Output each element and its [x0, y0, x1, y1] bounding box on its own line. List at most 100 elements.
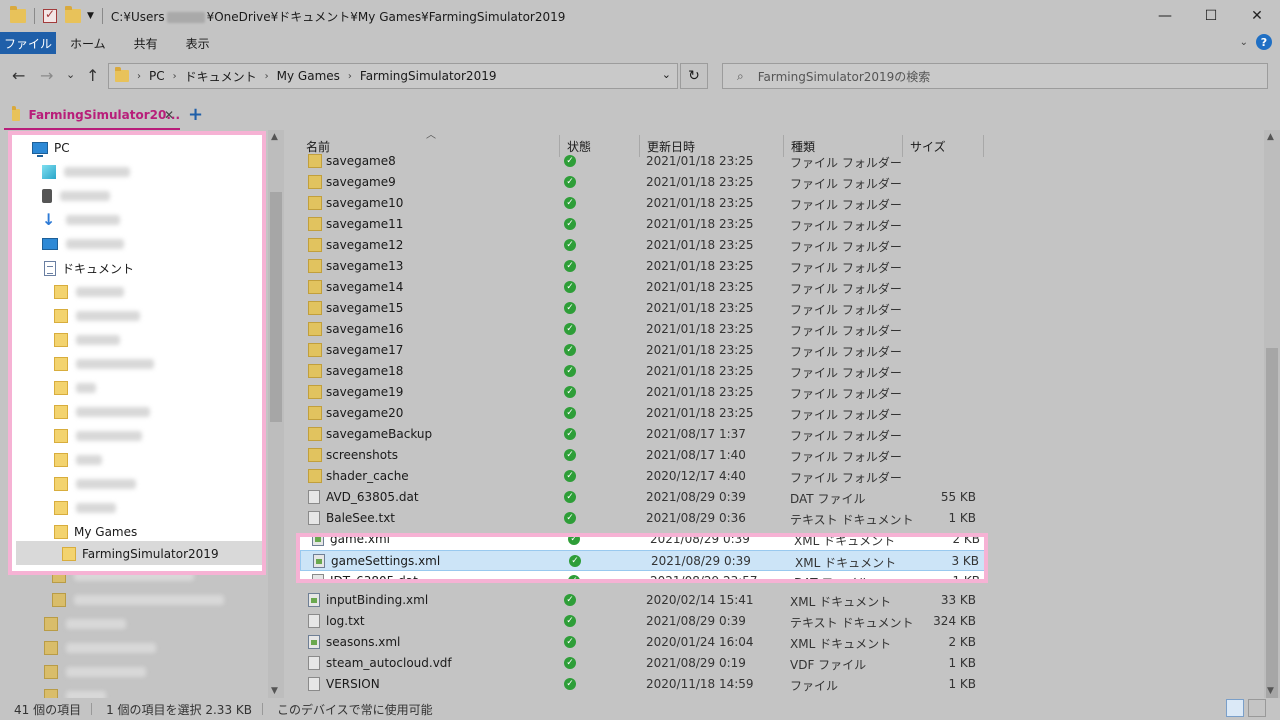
- tree-item-redacted[interactable]: [54, 401, 150, 423]
- file-row[interactable]: AVD_63805.dat 2021/08/29 0:39 DAT ファイル 55 K…: [296, 487, 986, 508]
- breadcrumb-pc[interactable]: PC: [149, 69, 165, 83]
- scroll-down-icon[interactable]: ▼: [1267, 686, 1274, 696]
- tree-item-redacted[interactable]: [42, 185, 110, 207]
- tree-item-redacted[interactable]: [44, 686, 106, 698]
- tree-item-desktop[interactable]: [42, 233, 124, 255]
- tree-item-redacted[interactable]: [54, 377, 96, 399]
- file-row[interactable]: savegame9 2021/01/18 23:25 ファイル フォルダー ✓: [296, 172, 986, 193]
- file-row[interactable]: savegameBackup 2021/08/17 1:37 ファイル フォルダー ✓: [296, 424, 986, 445]
- tree-item-redacted[interactable]: [54, 305, 140, 327]
- tree-item-documents[interactable]: ドキュメント: [44, 257, 134, 279]
- file-row[interactable]: savegame12 2021/01/18 23:25 ファイル フォルダー ✓: [296, 235, 986, 256]
- tree-item-redacted[interactable]: [54, 497, 116, 519]
- tree-item-farmingsimulator2019[interactable]: FarmingSimulator2019: [62, 543, 219, 565]
- tree-item-redacted[interactable]: [44, 662, 146, 682]
- file-row[interactable]: shader_cache 2020/12/17 4:40 ファイル フォルダー ✓: [296, 466, 986, 487]
- search-placeholder[interactable]: FarmingSimulator2019の検索: [758, 68, 931, 85]
- close-tab-icon[interactable]: ✕: [164, 108, 174, 122]
- tree-item-redacted[interactable]: [54, 449, 102, 471]
- tree-item-redacted[interactable]: [54, 281, 124, 303]
- forward-button[interactable]: →: [40, 66, 53, 85]
- file-row[interactable]: savegame18 2021/01/18 23:25 ファイル フォルダー ✓: [296, 361, 986, 382]
- file-row[interactable]: log.txt 2021/08/29 0:39 テキスト ドキュメント 324 KB ✓: [296, 611, 986, 632]
- file-row[interactable]: savegame8 2021/01/18 23:25 ファイル フォルダー ✓: [296, 151, 986, 172]
- file-name: game.xml: [330, 533, 390, 546]
- file-row[interactable]: savegame14 2021/01/18 23:25 ファイル フォルダー ✓: [296, 277, 986, 298]
- tree-item-3d-objects[interactable]: [42, 161, 130, 183]
- file-row[interactable]: savegame13 2021/01/18 23:25 ファイル フォルダー ✓: [296, 256, 986, 277]
- file-row[interactable]: gameSettings.xml 2021/08/29 0:39 XML ドキュメン…: [300, 550, 984, 571]
- tree-item-redacted[interactable]: [52, 590, 224, 610]
- file-date: 2020/01/24 16:04: [646, 635, 754, 649]
- minimize-button[interactable]: —: [1142, 0, 1188, 32]
- title-path-prefix: C:¥Users: [110, 9, 165, 24]
- ribbon-expand-icon[interactable]: ⌄: [1240, 37, 1248, 48]
- file-row[interactable]: savegame11 2021/01/18 23:25 ファイル フォルダー ✓: [296, 214, 986, 235]
- download-icon: ↓: [42, 210, 56, 229]
- sync-ok-icon: ✓: [564, 428, 576, 440]
- search-box[interactable]: ⌕ FarmingSimulator2019の検索: [722, 63, 1268, 89]
- breadcrumb-separator: ›: [137, 70, 141, 82]
- new-tab-button[interactable]: +: [188, 104, 203, 125]
- new-folder-icon[interactable]: [65, 6, 81, 23]
- file-row[interactable]: IDT_63805.dat 2021/08/29 23:57 DAT ファイル 1 K…: [300, 571, 984, 583]
- breadcrumb-documents[interactable]: ドキュメント: [185, 68, 257, 85]
- back-button[interactable]: ←: [12, 66, 25, 85]
- file-row[interactable]: savegame19 2021/01/18 23:25 ファイル フォルダー ✓: [296, 382, 986, 403]
- address-bar[interactable]: › PC › ドキュメント › My Games › FarmingSimula…: [108, 63, 678, 89]
- help-icon[interactable]: ?: [1256, 34, 1272, 50]
- tree-item-pc[interactable]: PC: [32, 137, 70, 159]
- file-row[interactable]: savegame16 2021/01/18 23:25 ファイル フォルダー ✓: [296, 319, 986, 340]
- file-row[interactable]: savegame15 2021/01/18 23:25 ファイル フォルダー ✓: [296, 298, 986, 319]
- file-row[interactable]: screenshots 2021/08/17 1:40 ファイル フォルダー ✓: [296, 445, 986, 466]
- file-date: 2021/01/18 23:25: [646, 259, 754, 273]
- details-view-icon[interactable]: [1226, 699, 1244, 717]
- close-button[interactable]: ✕: [1234, 0, 1280, 32]
- tree-item-redacted[interactable]: [54, 473, 136, 495]
- maximize-button[interactable]: ☐: [1188, 0, 1234, 32]
- file-row[interactable]: savegame10 2021/01/18 23:25 ファイル フォルダー ✓: [296, 193, 986, 214]
- properties-icon[interactable]: [43, 7, 57, 23]
- breadcrumb-my-games[interactable]: My Games: [277, 69, 340, 83]
- tree-item-redacted[interactable]: [54, 425, 142, 447]
- large-icons-view-icon[interactable]: [1248, 699, 1266, 717]
- tree-item-downloads[interactable]: ↓: [42, 209, 120, 231]
- tree-item-my-games[interactable]: My Games: [54, 521, 137, 543]
- title-bar: ▼ C:¥Users ¥OneDrive¥ドキュメント¥My Games¥Farm…: [0, 0, 1280, 32]
- file-size: 2 KB: [948, 635, 976, 649]
- folder-icon: [308, 175, 322, 189]
- file-row[interactable]: steam_autocloud.vdf 2021/08/29 0:19 VDF ファ…: [296, 653, 986, 674]
- tree-item-redacted[interactable]: [44, 614, 126, 634]
- file-row[interactable]: savegame17 2021/01/18 23:25 ファイル フォルダー ✓: [296, 340, 986, 361]
- folder-icon: [308, 364, 322, 378]
- file-type: DAT ファイル: [794, 576, 870, 583]
- tab-share[interactable]: 共有: [120, 32, 172, 54]
- file-row[interactable]: savegame20 2021/01/18 23:25 ファイル フォルダー ✓: [296, 403, 986, 424]
- refresh-button[interactable]: ↻: [680, 63, 708, 89]
- scrollbar-thumb[interactable]: [270, 192, 282, 422]
- tab-view[interactable]: 表示: [172, 32, 224, 54]
- up-button[interactable]: ↑: [86, 66, 99, 85]
- navigation-scrollbar[interactable]: ▲ ▼: [268, 130, 284, 698]
- scroll-up-icon[interactable]: ▲: [271, 132, 278, 142]
- breadcrumb-farmingsimulator[interactable]: FarmingSimulator2019: [360, 69, 497, 83]
- scroll-down-icon[interactable]: ▼: [271, 686, 278, 696]
- file-row[interactable]: VERSION 2020/11/18 14:59 ファイル 1 KB ✓: [296, 674, 986, 695]
- address-dropdown-icon[interactable]: ⌄: [662, 68, 671, 81]
- file-row[interactable]: game.xml 2021/08/29 0:39 XML ドキュメント 2 KB ✓: [300, 533, 984, 550]
- file-row[interactable]: seasons.xml 2020/01/24 16:04 XML ドキュメント 2 K…: [296, 632, 986, 653]
- tab-home[interactable]: ホーム: [56, 32, 120, 54]
- scrollbar-thumb[interactable]: [1266, 348, 1278, 698]
- folder-icon: [308, 322, 322, 336]
- file-row[interactable]: BaleSee.txt 2021/08/29 0:36 テキスト ドキュメント 1 K…: [296, 508, 986, 529]
- recent-locations-icon[interactable]: ⌄: [66, 68, 75, 81]
- file-list-scrollbar[interactable]: ▲ ▼: [1264, 130, 1280, 698]
- folder-tab-active[interactable]: FarmingSimulator20... ✕: [4, 102, 180, 130]
- tree-item-redacted[interactable]: [54, 329, 120, 351]
- tree-item-redacted[interactable]: [54, 353, 154, 375]
- tab-file[interactable]: ファイル: [0, 32, 56, 54]
- tree-item-redacted[interactable]: [44, 638, 156, 658]
- scroll-up-icon[interactable]: ▲: [1267, 132, 1274, 142]
- file-row[interactable]: inputBinding.xml 2020/02/14 15:41 XML ドキュメ…: [296, 590, 986, 611]
- quick-access-dropdown-icon[interactable]: ▼: [87, 11, 94, 21]
